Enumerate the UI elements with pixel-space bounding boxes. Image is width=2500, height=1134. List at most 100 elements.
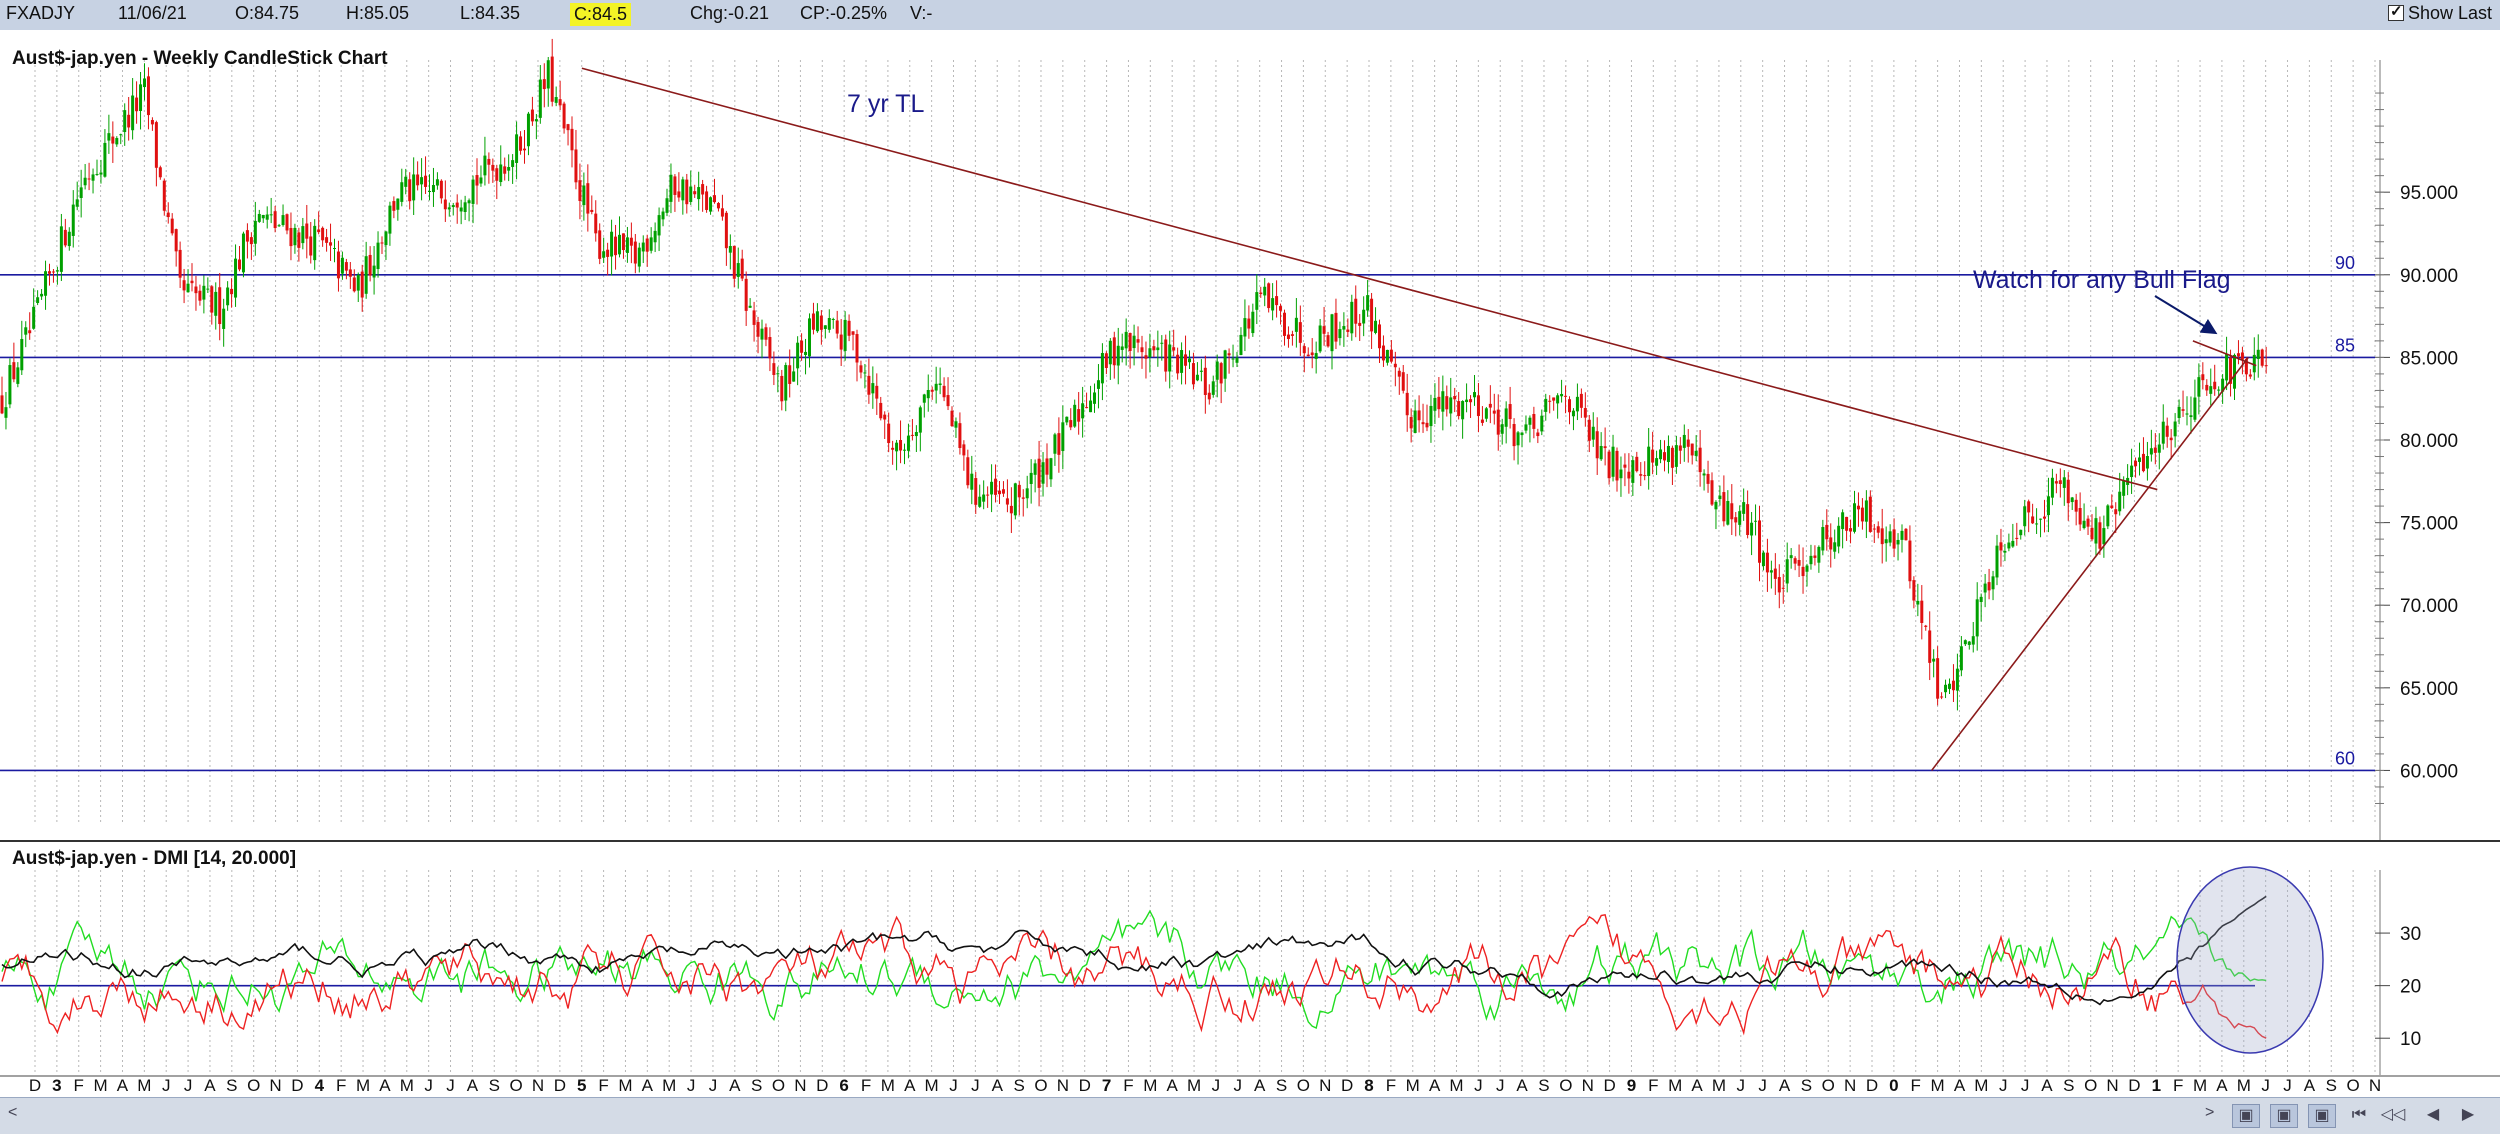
checkbox-icon[interactable] xyxy=(2387,2,2404,21)
candle-body xyxy=(713,195,716,203)
candle-body xyxy=(2074,499,2078,512)
candle-body xyxy=(210,286,214,313)
candle-body xyxy=(570,128,574,151)
candle-body xyxy=(1096,380,1100,389)
x-tick-label: S xyxy=(1013,1076,1024,1095)
candle-body xyxy=(1029,472,1033,484)
candle-body xyxy=(1132,335,1136,349)
candle-body xyxy=(1532,414,1536,429)
candle-body xyxy=(467,200,471,204)
candle-body xyxy=(1346,329,1350,332)
candle-body xyxy=(32,306,36,329)
candle-body xyxy=(1663,452,1666,461)
candle-body xyxy=(768,337,772,359)
candle-body xyxy=(843,319,847,351)
candle-body xyxy=(1860,507,1864,522)
candle-body xyxy=(1872,528,1876,530)
candle-body xyxy=(8,365,12,405)
change-label: Chg:-0.21 xyxy=(690,3,770,23)
candle-body xyxy=(2217,389,2221,391)
candle-body xyxy=(1275,296,1279,306)
candle-body xyxy=(851,331,855,335)
candle-body xyxy=(1009,505,1013,514)
dmi-panel[interactable]: 10 20 30 Aust$-jap.yen - DMI [14, 20.000] xyxy=(0,848,2421,1075)
candle-body xyxy=(641,242,645,252)
scroll-left-icon[interactable]: < xyxy=(8,1104,17,1122)
scroll-right-icon[interactable]: > xyxy=(2205,1104,2214,1122)
zoom-fit-icon[interactable]: ▣ xyxy=(2308,1104,2336,1128)
candle-body xyxy=(1480,419,1484,423)
candle-body xyxy=(1520,432,1524,436)
quote-toolbar: FXADJY 11/06/21 O:84.75 H:85.05 L:84.35 … xyxy=(0,0,2500,31)
candle-body xyxy=(1425,422,1429,428)
show-last-toggle[interactable]: Show Last xyxy=(2387,2,2492,24)
candle-body xyxy=(107,133,111,141)
candle-body xyxy=(238,259,241,270)
candle-body xyxy=(930,389,934,392)
candle-body xyxy=(1437,396,1441,410)
navigation-bar: < > ▣ ▣ ▣ ⏮ ◁◁ ◀ ▶ xyxy=(0,1097,2500,1134)
candle-body xyxy=(1310,352,1314,356)
candle-body xyxy=(1769,570,1773,573)
candle-body xyxy=(1967,641,1971,645)
candle-body xyxy=(966,457,970,486)
x-tick-label: M xyxy=(1449,1076,1463,1095)
x-tick-label: N xyxy=(2369,1076,2381,1095)
x-tick-label: A xyxy=(1516,1076,1528,1095)
candle-body xyxy=(1350,301,1354,334)
candle-body xyxy=(12,362,16,380)
chart-area[interactable]: 908560 60.00065.00070.00075.00080.00085.… xyxy=(0,30,2500,1097)
candle-body xyxy=(333,248,336,250)
candle-body xyxy=(1116,345,1120,366)
price-panel[interactable]: 90 85 60 60.000 65.000 70.000 75.000 80.000 85.… xyxy=(0,30,2500,840)
candle-body xyxy=(621,233,625,251)
forward-icon[interactable]: ▶ xyxy=(2455,1104,2481,1126)
candle-body xyxy=(602,251,606,258)
candle-body xyxy=(1568,399,1571,413)
candle-body xyxy=(1746,504,1750,535)
candle-body xyxy=(182,280,186,291)
candle-body xyxy=(586,183,590,214)
candle-body xyxy=(1761,552,1765,567)
x-tick-label: A xyxy=(1167,1076,1179,1095)
candle-body xyxy=(1100,352,1104,384)
candle-body xyxy=(1801,566,1805,577)
candle-body xyxy=(2031,516,2035,524)
candle-body xyxy=(2134,460,2138,467)
x-tick-label: 4 xyxy=(315,1076,325,1095)
candle-body xyxy=(815,311,819,332)
candle-body xyxy=(772,363,776,375)
candle-body xyxy=(158,167,162,178)
candle-body xyxy=(1536,432,1540,437)
candle-body xyxy=(1983,583,1987,593)
candle-body xyxy=(63,229,67,246)
price-panel-bg xyxy=(0,30,2500,840)
zoom-out-icon[interactable]: ▣ xyxy=(2270,1104,2298,1128)
zoom-in-icon[interactable]: ▣ xyxy=(2232,1104,2260,1128)
candle-body xyxy=(1294,317,1298,332)
candle-body xyxy=(127,114,131,128)
candle-body xyxy=(376,242,380,270)
x-tick-label: S xyxy=(1276,1076,1287,1095)
candle-body xyxy=(1176,354,1180,374)
candle-body xyxy=(1267,283,1271,309)
candle-body xyxy=(1393,363,1397,368)
first-icon[interactable]: ⏮ xyxy=(2346,1104,2372,1126)
candle-body xyxy=(1797,560,1801,566)
y-tick-label: 70.000 xyxy=(2400,596,2458,617)
rewind-icon[interactable]: ◁◁ xyxy=(2380,1104,2406,1126)
candle-body xyxy=(24,327,28,335)
candle-body xyxy=(495,168,499,181)
candle-body xyxy=(1223,350,1227,379)
candle-body xyxy=(875,385,879,399)
candle-body xyxy=(1556,395,1560,404)
candle-body xyxy=(910,434,914,436)
candle-body xyxy=(1017,484,1021,498)
x-tick-label: M xyxy=(662,1076,676,1095)
candle-body xyxy=(1651,449,1655,463)
x-tick-label: S xyxy=(226,1076,237,1095)
candle-body xyxy=(1726,500,1730,525)
back-icon[interactable]: ◀ xyxy=(2420,1104,2446,1126)
candle-body xyxy=(1219,363,1223,384)
candle-body xyxy=(1401,372,1405,391)
